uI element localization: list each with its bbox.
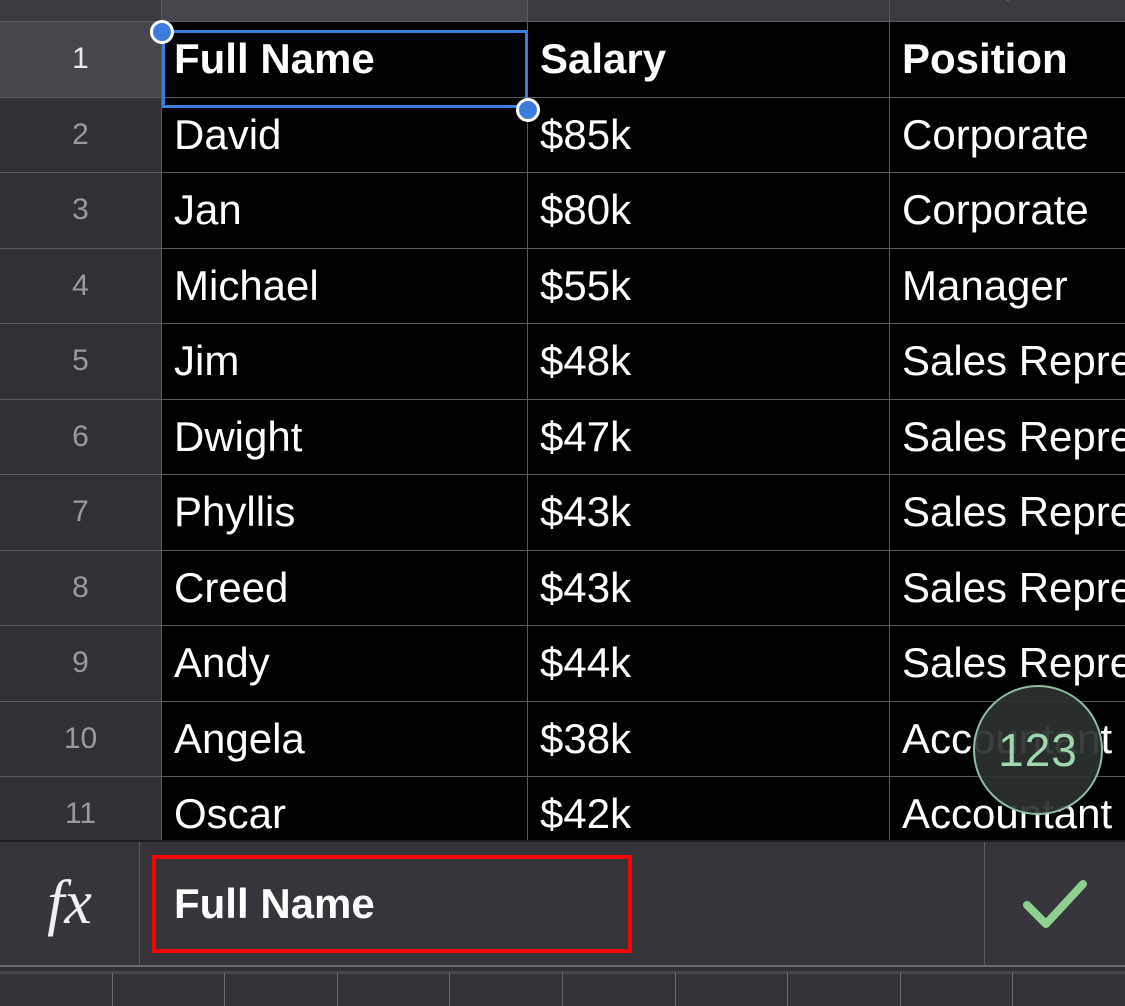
cell-c4[interactable]: Manager xyxy=(890,248,1125,323)
app-root: A B C 1 Full Name Salary Position 2 Davi… xyxy=(0,0,1125,1006)
row-header-6[interactable]: 6 xyxy=(0,399,162,474)
formula-bar: fx Full Name xyxy=(0,840,1125,965)
table-row[interactable]: 9 Andy $44k Sales Representative xyxy=(0,626,1125,702)
cell-a6[interactable]: Dwight xyxy=(162,399,528,474)
row-header-4[interactable]: 4 xyxy=(0,248,162,323)
cell-b7[interactable]: $43k xyxy=(528,475,890,550)
column-header-b[interactable]: B xyxy=(528,0,890,21)
cell-a10[interactable]: Angela xyxy=(162,701,528,776)
badge-123-label: 123 xyxy=(998,724,1078,776)
selection-handle-top-left[interactable] xyxy=(150,20,174,44)
row-header-7[interactable]: 7 xyxy=(0,475,162,550)
row-header-5[interactable]: 5 xyxy=(0,324,162,399)
table-row[interactable]: 11 Oscar $42k Accountant xyxy=(0,777,1125,840)
cell-c7[interactable]: Sales Representative xyxy=(890,475,1125,550)
column-header-a-label: A xyxy=(162,0,527,4)
cell-a9[interactable]: Andy xyxy=(162,626,528,701)
fx-icon[interactable]: fx xyxy=(0,842,140,965)
column-header-strip: A B C xyxy=(0,0,1125,22)
cell-c1[interactable]: Position xyxy=(890,22,1125,97)
row-header-3[interactable]: 3 xyxy=(0,173,162,248)
cell-c8[interactable]: Sales Representative xyxy=(890,550,1125,625)
table-row[interactable]: 8 Creed $43k Sales Representative xyxy=(0,550,1125,626)
toolbar-slot-7[interactable] xyxy=(675,971,789,1006)
table-row[interactable]: 5 Jim $48k Sales Representative xyxy=(0,324,1125,400)
spreadsheet-grid[interactable]: A B C 1 Full Name Salary Position 2 Davi… xyxy=(0,0,1125,840)
cell-b8[interactable]: $43k xyxy=(528,550,890,625)
formula-input[interactable]: Full Name xyxy=(152,854,632,953)
grid-rows: 1 Full Name Salary Position 2 David $85k… xyxy=(0,22,1125,840)
toolbar-slot-5[interactable] xyxy=(450,971,563,1006)
toolbar-slot-6[interactable] xyxy=(562,971,676,1006)
cell-a11[interactable]: Oscar xyxy=(162,777,528,840)
column-header-a[interactable]: A xyxy=(162,0,528,21)
cell-a1[interactable]: Full Name xyxy=(162,22,528,97)
bottom-toolbar xyxy=(0,965,1125,1006)
cell-a7[interactable]: Phyllis xyxy=(162,475,528,550)
table-row[interactable]: 10 Angela $38k Accountant xyxy=(0,701,1125,777)
cell-b3[interactable]: $80k xyxy=(528,173,890,248)
cell-b5[interactable]: $48k xyxy=(528,324,890,399)
check-icon xyxy=(1023,879,1087,928)
confirm-button[interactable] xyxy=(985,842,1125,965)
toolbar-slot-8[interactable] xyxy=(788,971,901,1006)
table-row[interactable]: 2 David $85k Corporate xyxy=(0,97,1125,173)
column-header-c-label: C xyxy=(890,0,1124,4)
toolbar-slot-10[interactable] xyxy=(1013,971,1125,1006)
selection-handle-bottom-right[interactable] xyxy=(516,98,540,122)
cell-a8[interactable]: Creed xyxy=(162,550,528,625)
formula-input-wrapper: Full Name xyxy=(140,842,985,965)
row-header-8[interactable]: 8 xyxy=(0,550,162,625)
toolbar-slot-2[interactable] xyxy=(112,971,226,1006)
table-row[interactable]: 7 Phyllis $43k Sales Representative xyxy=(0,475,1125,551)
row-header-2[interactable]: 2 xyxy=(0,97,162,172)
badge-123[interactable]: 123 xyxy=(973,685,1103,815)
cell-b6[interactable]: $47k xyxy=(528,399,890,474)
toolbar-slot-3[interactable] xyxy=(225,971,338,1006)
table-row[interactable]: 6 Dwight $47k Sales Representative xyxy=(0,399,1125,475)
select-all-corner[interactable] xyxy=(0,0,162,21)
cell-b10[interactable]: $38k xyxy=(528,701,890,776)
toolbar-slot-4[interactable] xyxy=(337,971,451,1006)
cell-c2[interactable]: Corporate xyxy=(890,97,1125,172)
toolbar-slot-9[interactable] xyxy=(900,971,1014,1006)
fx-icon-label: fx xyxy=(47,869,92,937)
cell-b9[interactable]: $44k xyxy=(528,626,890,701)
row-header-9[interactable]: 9 xyxy=(0,626,162,701)
column-header-b-label: B xyxy=(528,0,889,4)
row-header-1[interactable]: 1 xyxy=(0,22,162,97)
cell-a2[interactable]: David xyxy=(162,97,528,172)
cell-c9[interactable]: Sales Representative xyxy=(890,626,1125,701)
cell-b1[interactable]: Salary xyxy=(528,22,890,97)
cell-b11[interactable]: $42k xyxy=(528,777,890,840)
row-header-10[interactable]: 10 xyxy=(0,701,162,776)
cell-c5[interactable]: Sales Representative xyxy=(890,324,1125,399)
cell-c3[interactable]: Corporate xyxy=(890,173,1125,248)
table-row[interactable]: 4 Michael $55k Manager xyxy=(0,248,1125,324)
cell-b2[interactable]: $85k xyxy=(528,97,890,172)
row-header-11[interactable]: 11 xyxy=(0,777,162,840)
column-header-c[interactable]: C xyxy=(890,0,1124,21)
cell-a4[interactable]: Michael xyxy=(162,248,528,323)
cell-a3[interactable]: Jan xyxy=(162,173,528,248)
cell-c6[interactable]: Sales Representative xyxy=(890,399,1125,474)
toolbar-slot-1[interactable] xyxy=(0,971,113,1006)
cell-a5[interactable]: Jim xyxy=(162,324,528,399)
cell-b4[interactable]: $55k xyxy=(528,248,890,323)
table-row[interactable]: 3 Jan $80k Corporate xyxy=(0,173,1125,249)
